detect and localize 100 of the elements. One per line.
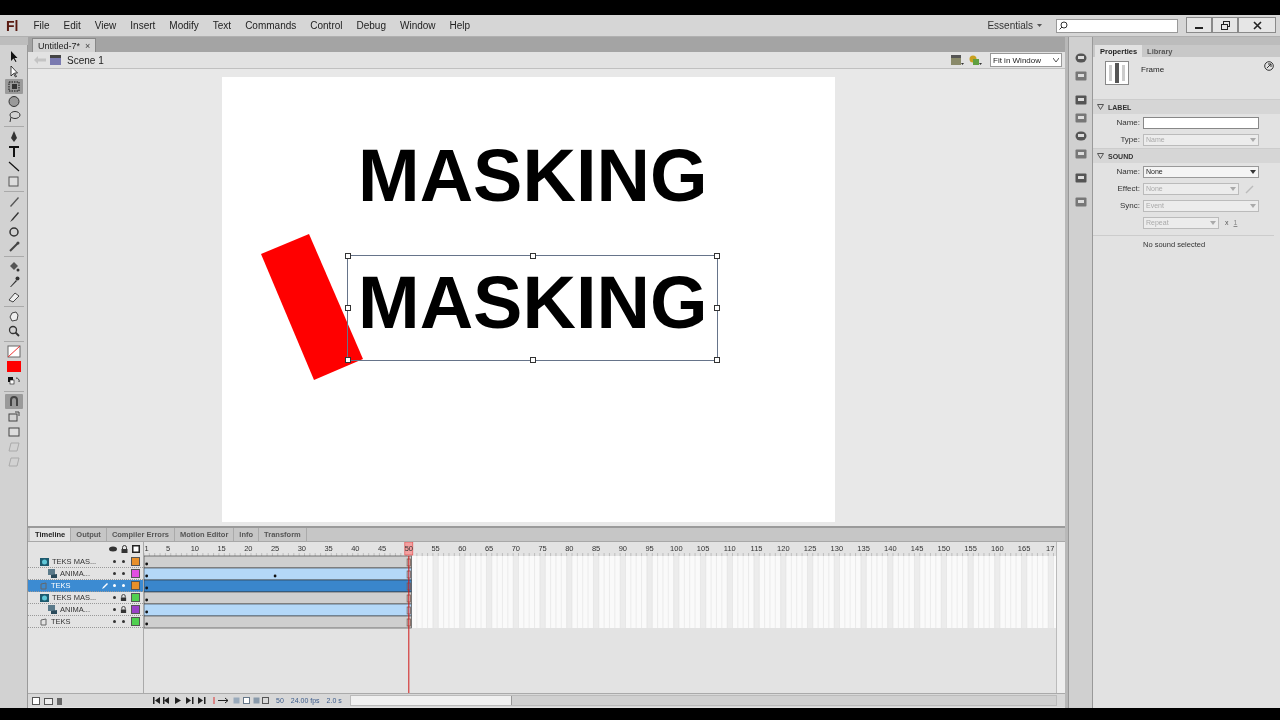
magnet-icon[interactable] <box>4 394 23 409</box>
stage-text[interactable]: MASKING <box>358 266 708 340</box>
help-icon[interactable] <box>1264 61 1274 71</box>
menu-item[interactable]: Control <box>303 20 350 31</box>
outline-color-swatch[interactable] <box>131 605 141 614</box>
eye-icon[interactable] <box>109 546 118 552</box>
mask-layer-icon <box>40 593 49 602</box>
scene-name: Scene 1 <box>67 54 104 66</box>
lock-dot[interactable] <box>122 560 126 563</box>
menu-item[interactable]: Debug <box>349 20 393 31</box>
selection-handle[interactable] <box>529 357 536 363</box>
panel-grip-bar[interactable] <box>1093 37 1280 45</box>
loop-icon[interactable] <box>212 697 230 704</box>
masked-layer-icon <box>48 569 57 578</box>
menu-item[interactable]: Commands <box>238 20 304 31</box>
selection-frame[interactable]: MASKING <box>347 255 718 361</box>
dropdown-caret-icon[interactable] <box>1037 24 1042 27</box>
keyframe-dot[interactable] <box>145 586 149 590</box>
lock-dot[interactable] <box>122 620 126 623</box>
transform-icon[interactable] <box>4 79 23 94</box>
minimize-button[interactable] <box>1186 17 1212 33</box>
selection-handle[interactable] <box>345 253 351 259</box>
new-layer-icon[interactable] <box>32 696 41 705</box>
selection-handle[interactable] <box>714 357 720 363</box>
keyframe-dot[interactable] <box>145 622 149 626</box>
tween-span[interactable] <box>144 567 412 581</box>
trash-icon[interactable] <box>56 696 63 705</box>
restore-button[interactable] <box>1212 17 1238 33</box>
field-label: Name: <box>1115 167 1141 176</box>
stage-text[interactable]: MASKING <box>358 139 708 213</box>
selection-handle[interactable] <box>345 305 351 311</box>
panel-grip-bar[interactable] <box>0 37 28 45</box>
menu-item[interactable]: Modify <box>162 20 206 31</box>
frame-thumbnail-icon <box>1105 61 1129 85</box>
menu-item[interactable]: View <box>87 20 124 31</box>
field-label: Name: <box>1115 118 1141 127</box>
keyframe-dot[interactable] <box>273 574 277 578</box>
folder-icon[interactable] <box>44 696 53 705</box>
restore-icon <box>1220 20 1230 30</box>
lock-icon[interactable] <box>121 545 129 553</box>
keyframe-dot[interactable] <box>145 598 149 602</box>
name-input-field[interactable] <box>1143 116 1259 129</box>
section-toggle-icon[interactable] <box>1097 104 1104 110</box>
outline-color-swatch[interactable] <box>131 557 141 566</box>
fill-color-swatch-icon[interactable] <box>4 359 23 374</box>
mask-layer-icon <box>40 557 49 566</box>
stroke-color-swatch-icon[interactable] <box>4 344 23 359</box>
outline-color-swatch[interactable] <box>131 569 141 578</box>
visibility-dot[interactable] <box>113 596 117 599</box>
search-icon <box>1059 21 1068 30</box>
zoom-dropdown[interactable]: Fit in Window <box>990 53 1062 67</box>
menu-item[interactable]: Insert <box>123 20 163 31</box>
visibility-dot[interactable] <box>113 620 117 623</box>
workspace-switcher[interactable]: Essentials <box>987 20 1033 31</box>
playhead[interactable] <box>404 542 414 693</box>
selection-handle[interactable] <box>714 305 720 311</box>
onion-skin-icon[interactable] <box>233 696 269 705</box>
menu-item[interactable]: Text <box>205 20 239 31</box>
visibility-dot[interactable] <box>113 584 117 587</box>
outline-color-swatch[interactable] <box>131 581 141 590</box>
layer-icon <box>40 581 48 590</box>
clapperboard-icon[interactable] <box>951 54 964 66</box>
shapes-icon[interactable] <box>968 54 982 66</box>
field-label: Sync: <box>1119 201 1141 210</box>
section-toggle-icon[interactable] <box>1097 153 1104 159</box>
end-frame-marker <box>406 558 412 567</box>
field-label: Type: <box>1119 135 1141 144</box>
document-tab[interactable]: Untitled-7* × <box>32 38 97 52</box>
app-logo: Fl <box>5 17 20 34</box>
visibility-dot[interactable] <box>113 560 117 563</box>
outline-color-swatch[interactable] <box>131 593 141 602</box>
keyframe-dot[interactable] <box>145 562 149 566</box>
close-icon <box>1252 20 1262 30</box>
lock-icon[interactable] <box>120 606 128 613</box>
playback-controls-icon[interactable] <box>153 697 209 704</box>
visibility-dot[interactable] <box>113 608 117 611</box>
selection-handle[interactable] <box>529 253 536 259</box>
visibility-dot[interactable] <box>113 572 117 575</box>
symbol-type: Frame <box>1141 65 1165 74</box>
selection-handle[interactable] <box>714 253 720 259</box>
lock-dot[interactable] <box>122 584 126 587</box>
menu-item[interactable]: Edit <box>56 20 88 31</box>
frame-span[interactable] <box>144 591 412 605</box>
keyframe-dot[interactable] <box>145 610 149 614</box>
menu-item[interactable]: File <box>26 20 57 31</box>
end-frame-marker <box>406 582 412 591</box>
outline-icon[interactable] <box>132 545 141 553</box>
close-button[interactable] <box>1238 17 1276 33</box>
horizontal-scrollbar[interactable] <box>349 695 1057 706</box>
menu-item[interactable]: Window <box>393 20 443 31</box>
lock-icon[interactable] <box>120 594 128 601</box>
keyframe-dot[interactable] <box>145 574 149 578</box>
vertical-scrollbar[interactable] <box>1056 542 1065 693</box>
selection-handle[interactable] <box>345 357 351 363</box>
lock-dot[interactable] <box>122 572 126 575</box>
outline-color-swatch[interactable] <box>131 617 141 626</box>
menu-item[interactable]: Help <box>442 20 478 31</box>
dropdown-caret-icon <box>1250 203 1256 208</box>
dropdown-caret-icon <box>1250 137 1256 142</box>
search-field[interactable] <box>1056 18 1178 33</box>
